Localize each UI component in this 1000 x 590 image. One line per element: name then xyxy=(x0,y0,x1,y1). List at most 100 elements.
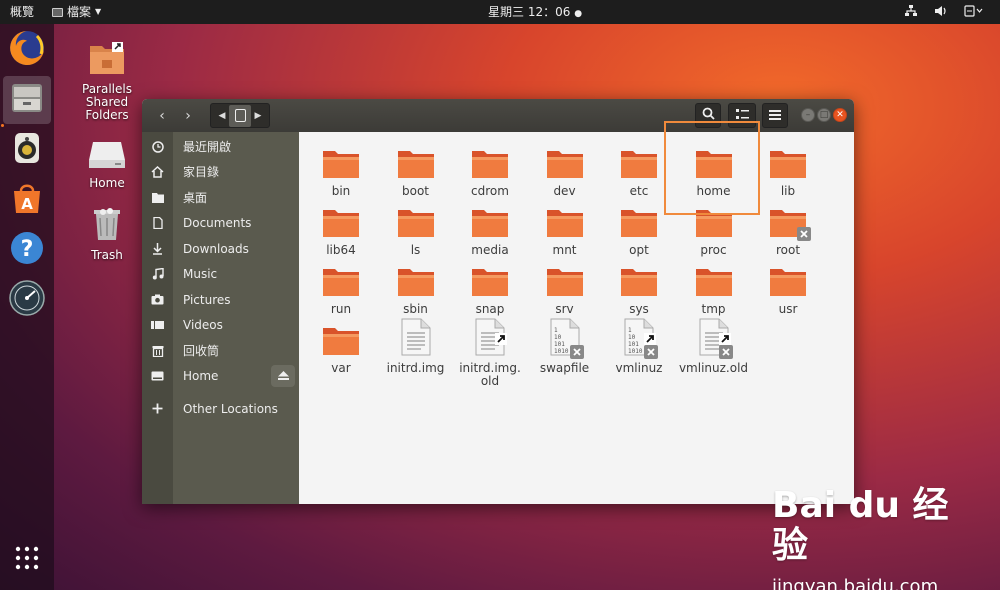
file-item[interactable]: bin xyxy=(304,142,378,198)
top-bar: 概覽 檔案 ▼ 星期三 12：06 ● xyxy=(0,0,1000,24)
root-drive-icon xyxy=(234,109,246,122)
file-item[interactable]: root xyxy=(751,201,825,257)
folder-icon xyxy=(751,260,825,300)
file-name: run xyxy=(330,302,352,316)
back-button[interactable]: ‹ xyxy=(150,103,174,128)
path-root-button[interactable] xyxy=(229,104,251,127)
sidebar-item-documents[interactable]: Documents xyxy=(142,210,299,235)
sidebar-item-desktop[interactable]: 桌面 xyxy=(142,185,299,210)
file-name: tmp xyxy=(701,302,726,316)
plus-icon xyxy=(142,403,173,414)
file-name: vmlinuz xyxy=(615,361,663,375)
dock-firefox[interactable] xyxy=(3,26,51,74)
help-icon: ? xyxy=(9,230,45,270)
sidebar-item-home-drive[interactable]: Home xyxy=(142,363,299,388)
home-icon xyxy=(142,165,173,178)
file-item[interactable]: lib xyxy=(751,142,825,198)
sidebar-item-label: Other Locations xyxy=(183,401,278,416)
menu-button[interactable] xyxy=(762,103,788,128)
forward-button[interactable]: › xyxy=(176,103,200,128)
path-scroll-left-icon[interactable]: ◀ xyxy=(215,111,229,121)
sidebar-item-label: Music xyxy=(183,266,218,281)
firefox-icon xyxy=(7,28,47,72)
desktop-icon-home[interactable]: Home xyxy=(65,138,149,190)
sidebar-item-pictures[interactable]: Pictures xyxy=(142,287,299,312)
trash-can-icon xyxy=(65,206,149,245)
file-item[interactable]: var xyxy=(304,319,378,375)
file-item[interactable]: mnt xyxy=(528,201,602,257)
dock-software[interactable]: A xyxy=(3,176,51,224)
svg-text:10: 10 xyxy=(554,334,562,341)
volume-icon xyxy=(934,4,948,22)
sidebar-item-label: Videos xyxy=(183,317,223,332)
eject-icon xyxy=(277,369,289,383)
file-name: opt xyxy=(629,243,649,257)
baidu-watermark: Bai du 经验 jingyan.baidu.com xyxy=(772,485,972,590)
svg-text:?: ? xyxy=(21,237,34,262)
file-item[interactable]: 1 10 101 1010 swapfile xyxy=(528,318,602,375)
desktop-icon-trash[interactable]: Trash xyxy=(65,206,149,262)
file-item[interactable]: ls xyxy=(379,201,453,257)
sidebar-item-recent[interactable]: 最近開啟 xyxy=(142,134,299,159)
sidebar-item-label: Documents xyxy=(183,215,252,230)
file-item[interactable]: media xyxy=(453,201,527,257)
svg-text:1: 1 xyxy=(628,327,632,334)
clock[interactable]: 星期三 12：06 ● xyxy=(488,4,582,22)
path-scroll-right-icon[interactable]: ▶ xyxy=(251,111,265,121)
file-item[interactable]: usr xyxy=(751,260,825,316)
show-applications-button[interactable] xyxy=(3,536,51,584)
file-item[interactable]: tmp xyxy=(677,260,751,316)
dock-files[interactable] xyxy=(3,76,51,124)
sidebar-item-other-locations[interactable]: Other Locations xyxy=(142,396,299,421)
folder-icon xyxy=(304,260,378,300)
folder-icon xyxy=(304,201,378,241)
file-item[interactable]: 1 10 101 1010 vmlinuz xyxy=(602,318,676,375)
file-item[interactable]: initrd.img. old xyxy=(453,318,527,388)
dock-help[interactable]: ? xyxy=(3,226,51,274)
file-item[interactable]: run xyxy=(304,260,378,316)
sidebar-item-trash[interactable]: 回收筒 xyxy=(142,338,299,363)
file-name: lib xyxy=(780,184,796,198)
activities-button[interactable]: 概覽 xyxy=(10,4,34,20)
sidebar-item-home-folder[interactable]: 家目錄 xyxy=(142,159,299,184)
file-name: boot xyxy=(401,184,429,198)
file-item[interactable]: srv xyxy=(528,260,602,316)
dock-rhythmbox[interactable] xyxy=(3,126,51,174)
file-item[interactable]: boot xyxy=(379,142,453,198)
folder-icon xyxy=(379,201,453,241)
system-tray[interactable] xyxy=(904,4,984,22)
file-item[interactable]: snap xyxy=(453,260,527,316)
folder-icon xyxy=(453,142,527,182)
file-name: vmlinuz.old xyxy=(678,361,749,375)
app-menu-button[interactable]: 檔案 ▼ xyxy=(52,4,101,20)
camera-icon xyxy=(142,294,173,305)
file-item[interactable]: vmlinuz.old xyxy=(677,318,751,375)
dock-updater[interactable] xyxy=(3,276,51,324)
document-icon xyxy=(142,216,173,229)
rhythmbox-icon xyxy=(9,130,45,170)
sidebar-item-downloads[interactable]: Downloads xyxy=(142,236,299,261)
file-item[interactable]: sbin xyxy=(379,260,453,316)
sidebar-item-videos[interactable]: Videos xyxy=(142,312,299,337)
eject-button[interactable] xyxy=(271,364,295,387)
folder-icon xyxy=(379,142,453,182)
close-button[interactable]: ✕ xyxy=(833,108,847,122)
file-name: initrd.img. old xyxy=(459,361,521,388)
file-item[interactable]: cdrom xyxy=(453,142,527,198)
svg-text:A: A xyxy=(21,195,33,213)
file-item[interactable]: dev xyxy=(528,142,602,198)
file-item[interactable]: lib64 xyxy=(304,201,378,257)
file-item[interactable]: sys xyxy=(602,260,676,316)
software-icon: A xyxy=(9,180,45,220)
file-name: ls xyxy=(410,243,421,257)
desktop-icon-parallels[interactable]: Parallels Shared Folders xyxy=(65,40,149,122)
desktop-icon-label: Parallels Shared Folders xyxy=(82,82,132,122)
minimize-button[interactable]: – xyxy=(801,108,815,122)
maximize-button[interactable]: □ xyxy=(817,108,831,122)
files-app-icon xyxy=(52,7,63,17)
watermark-logo: Bai du 经验 xyxy=(772,485,949,566)
text-file-icon xyxy=(453,318,527,359)
sidebar-item-music[interactable]: Music xyxy=(142,261,299,286)
file-item[interactable]: initrd.img xyxy=(379,318,453,375)
svg-text:101: 101 xyxy=(628,341,639,348)
